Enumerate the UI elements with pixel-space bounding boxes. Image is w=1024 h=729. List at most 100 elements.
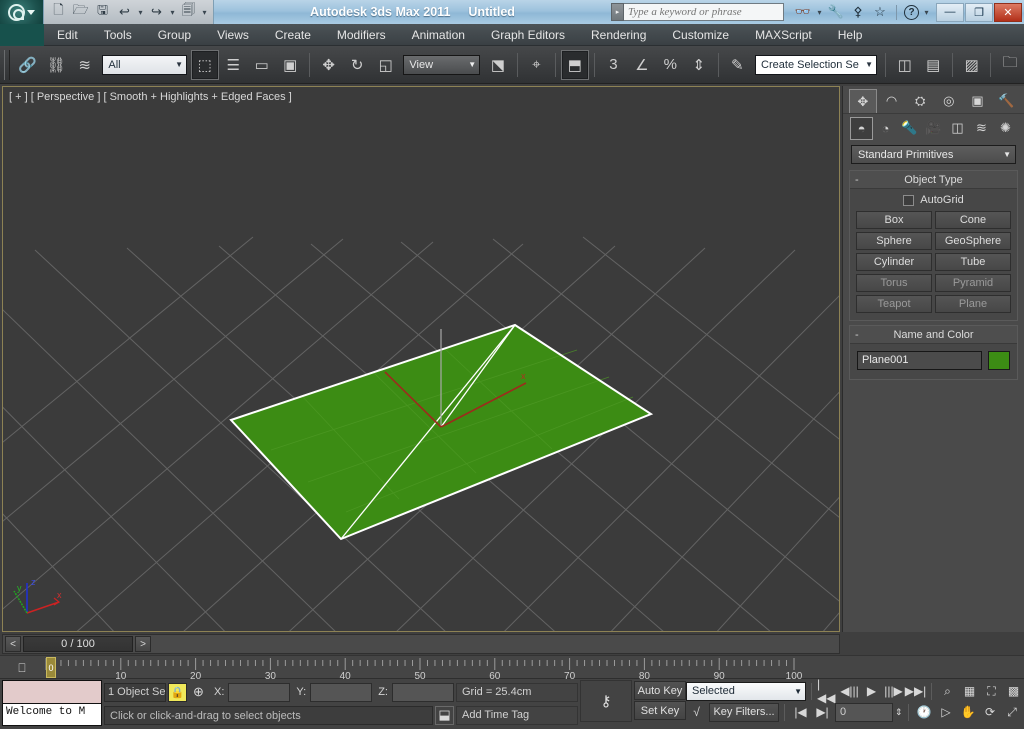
zoom-region-icon[interactable]: ▩ <box>1003 682 1024 701</box>
redo-icon[interactable]: ↪ <box>147 3 166 22</box>
create-box-button[interactable]: Box <box>856 211 932 229</box>
use-pivot-point-center-icon[interactable]: ⬔ <box>484 50 511 80</box>
object-type-header[interactable]: - Object Type <box>850 171 1017 189</box>
lights-category-icon[interactable]: 🔦 <box>898 117 921 140</box>
orbit-icon[interactable]: ⟳ <box>980 703 1001 722</box>
search-binoculars-icon[interactable]: 👓 <box>794 3 812 21</box>
restore-button[interactable]: ❐ <box>965 2 993 22</box>
motion-tab[interactable]: ◎ <box>935 89 963 113</box>
autogrid-row[interactable]: AutoGrid <box>856 194 1011 206</box>
select-and-move-icon[interactable]: ✥ <box>315 50 342 80</box>
search-dropdown-arrow-icon[interactable]: ▾ <box>816 8 823 17</box>
select-and-rotate-icon[interactable]: ↻ <box>343 50 370 80</box>
create-pyramid-button[interactable]: Pyramid <box>935 274 1011 292</box>
select-and-link-icon[interactable]: 🔗 <box>14 50 41 80</box>
open-file-icon[interactable]: 🗁 <box>71 2 90 22</box>
maximize-viewport-toggle-icon[interactable]: ⤢ <box>1002 703 1023 722</box>
previous-frame-button[interactable]: ◀||| <box>839 682 860 701</box>
percent-snap-toggle-icon[interactable]: % <box>657 50 684 80</box>
set-key-button[interactable]: Set Key <box>634 701 686 720</box>
zoom-all-icon[interactable]: ▦ <box>959 682 980 701</box>
help-icon[interactable]: ? <box>904 4 919 20</box>
menu-item-modifiers[interactable]: Modifiers <box>324 24 399 46</box>
favorite-star-icon[interactable]: ☆ <box>871 3 889 21</box>
select-object-icon[interactable]: ⬚ <box>191 49 219 80</box>
satellite-icon[interactable]: ⚴ <box>849 3 867 21</box>
close-button[interactable]: ✕ <box>994 2 1022 22</box>
create-cone-button[interactable]: Cone <box>935 211 1011 229</box>
menu-item-views[interactable]: Views <box>204 24 262 46</box>
menu-item-help[interactable]: Help <box>825 24 876 46</box>
key-filters-button[interactable]: Key Filters... <box>709 702 779 722</box>
key-filter-set-dropdown[interactable]: Selected ▼ <box>686 681 806 701</box>
create-cylinder-button[interactable]: Cylinder <box>856 253 932 271</box>
menu-item-rendering[interactable]: Rendering <box>578 24 659 46</box>
menu-item-edit[interactable]: Edit <box>44 24 91 46</box>
goto-end-button[interactable]: ▶▶| <box>905 682 927 701</box>
next-frame-button[interactable]: > <box>135 636 151 652</box>
x-coordinate-field[interactable] <box>228 682 291 702</box>
field-of-view-icon[interactable]: ▷ <box>936 703 957 722</box>
helpers-category-icon[interactable]: ◫ <box>946 117 969 140</box>
menu-item-animation[interactable]: Animation <box>399 24 478 46</box>
pan-view-icon[interactable]: ✋ <box>958 703 979 722</box>
layer-manager-icon[interactable]: ▨ <box>958 50 985 80</box>
utilities-tab[interactable]: 🔨 <box>992 89 1020 113</box>
create-plane-button[interactable]: Plane <box>935 295 1011 313</box>
select-and-manipulate-icon[interactable]: ⌖ <box>523 50 550 80</box>
lock-selection-icon[interactable]: 🔒 <box>168 682 187 702</box>
reference-coordinate-dropdown[interactable]: View ▼ <box>403 54 481 75</box>
angle-snap-toggle-icon[interactable]: ∠ <box>628 50 655 80</box>
select-by-name-icon[interactable]: ☰ <box>220 50 247 80</box>
unlink-selection-icon[interactable]: ⛓ <box>42 50 69 80</box>
object-color-swatch[interactable] <box>988 351 1010 370</box>
search-dropdown-icon[interactable]: ▸ <box>611 3 624 21</box>
menu-item-create[interactable]: Create <box>262 24 324 46</box>
menu-item-graph-editors[interactable]: Graph Editors <box>478 24 578 46</box>
named-selection-set-dropdown[interactable]: Create Selection Se ▼ <box>755 54 877 75</box>
maxscript-input-field[interactable] <box>2 680 102 704</box>
y-coordinate-field[interactable] <box>310 682 373 702</box>
redo-dropdown-icon[interactable]: ▾ <box>169 8 176 17</box>
selection-filter-dropdown[interactable]: All ▼ <box>102 54 187 75</box>
modify-tab[interactable]: ◠ <box>877 89 906 113</box>
bind-to-space-warp-icon[interactable]: ≋ <box>71 50 98 80</box>
mirror-icon[interactable]: ◫ <box>891 50 918 80</box>
toolbar-grip[interactable] <box>4 49 10 80</box>
project-folder-icon[interactable]: 🗐 <box>179 2 198 22</box>
spinner-snap-toggle-icon[interactable]: ⇕ <box>685 50 712 80</box>
snaps-toggle-icon[interactable]: ⬒ <box>561 49 589 80</box>
previous-key-button[interactable]: |◀ <box>790 703 811 722</box>
current-frame-input[interactable]: 0 <box>835 702 893 722</box>
menu-item-maxscript[interactable]: MAXScript <box>742 24 825 46</box>
current-frame-display[interactable]: 0 / 100 <box>23 636 133 652</box>
menu-item-group[interactable]: Group <box>145 24 204 46</box>
zoom-extents-icon[interactable]: ⛶ <box>981 682 1002 701</box>
maxscript-output-field[interactable]: Welcome to M <box>2 704 102 726</box>
track-bar[interactable]: ⎕ 10 20 30 40 50 60 70 80 90 100 0 <box>0 655 1024 680</box>
create-torus-button[interactable]: Torus <box>856 274 932 292</box>
time-configuration-icon[interactable]: 🕐 <box>914 703 935 722</box>
primitive-category-dropdown[interactable]: Standard Primitives ▼ <box>851 145 1016 164</box>
save-file-icon[interactable]: 🖫 <box>93 2 112 22</box>
z-coordinate-field[interactable] <box>391 682 454 702</box>
menu-item-customize[interactable]: Customize <box>659 24 742 46</box>
shapes-category-icon[interactable]: ◔ <box>874 117 897 140</box>
curve-editor-icon[interactable]: 🗀 <box>996 50 1023 80</box>
minimize-button[interactable]: — <box>936 2 964 22</box>
goto-start-button[interactable]: |◀◀ <box>817 677 838 705</box>
create-sphere-button[interactable]: Sphere <box>856 232 932 250</box>
play-animation-button[interactable]: ▶ <box>861 682 882 701</box>
zoom-icon[interactable]: ⌕ <box>937 682 958 701</box>
search-input[interactable]: Type a keyword or phrase <box>624 3 784 21</box>
window-crossing-icon[interactable]: ▣ <box>277 50 304 80</box>
geometry-category-icon[interactable]: ◓ <box>850 116 873 140</box>
autogrid-checkbox[interactable] <box>903 194 915 206</box>
display-tab[interactable]: ▣ <box>963 89 992 113</box>
add-time-tag-button[interactable]: Add Time Tag <box>456 705 578 725</box>
rectangular-selection-region-icon[interactable]: ▭ <box>248 50 275 80</box>
create-teapot-button[interactable]: Teapot <box>856 295 932 313</box>
help-dropdown-icon[interactable]: ▾ <box>923 8 930 17</box>
absolute-relative-mode-icon[interactable]: ⊕ <box>189 683 208 702</box>
open-mini-curve-editor-icon[interactable]: ⎕ <box>10 659 34 677</box>
